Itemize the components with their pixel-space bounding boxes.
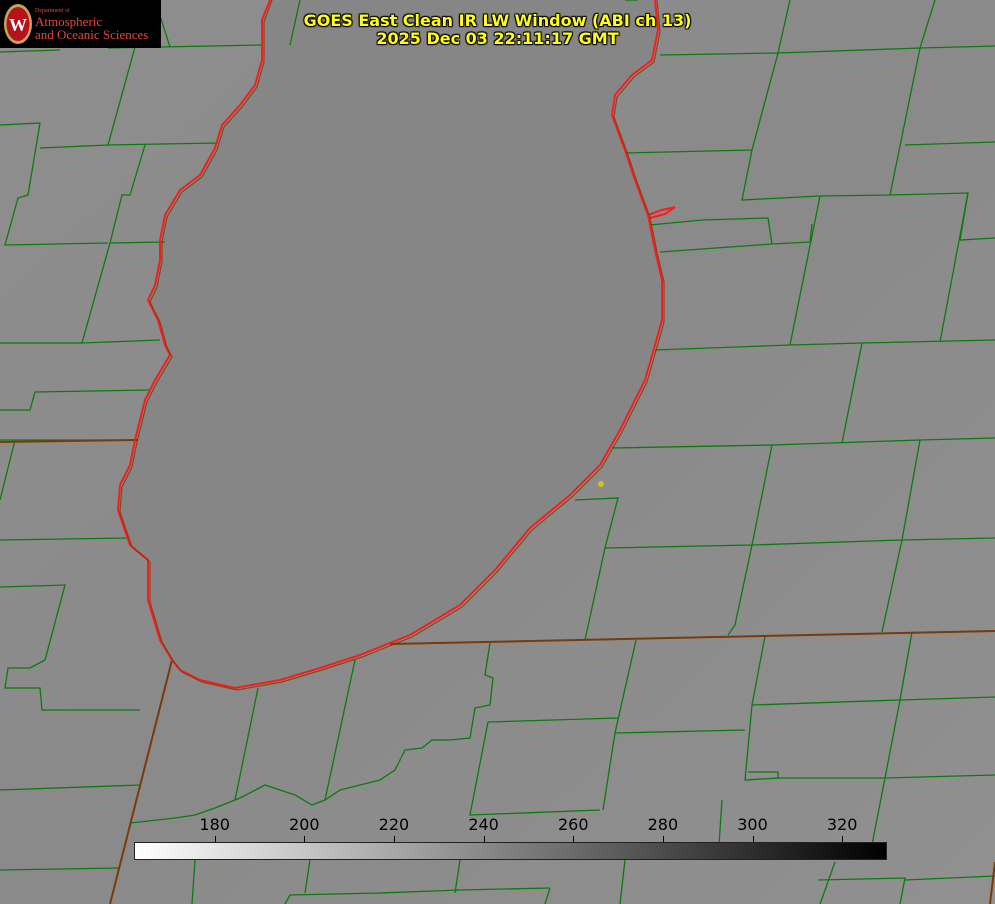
colorbar-tick-label: 220 [378, 815, 410, 834]
colorbar-tick-label: 200 [289, 815, 320, 834]
satellite-map: W Department of Atmospheric and Oceanic … [0, 0, 995, 904]
colorbar-tick-label: 240 [468, 815, 499, 834]
image-title: GOES East Clean IR LW Window (ABI ch 13) [303, 11, 692, 30]
colorbar-tick-label: 300 [737, 815, 768, 834]
colorbar-tick-label: 320 [826, 815, 858, 834]
image-timestamp: 2025 Dec 03 22:11:17 GMT [376, 29, 619, 48]
colorbar-tick-label: 180 [199, 815, 230, 834]
colorbar [134, 842, 887, 860]
colorbar-tick-label: 280 [647, 815, 679, 834]
colorbar-tick-label: 260 [557, 815, 589, 834]
location-marker [598, 481, 604, 487]
map-canvas [0, 0, 995, 904]
